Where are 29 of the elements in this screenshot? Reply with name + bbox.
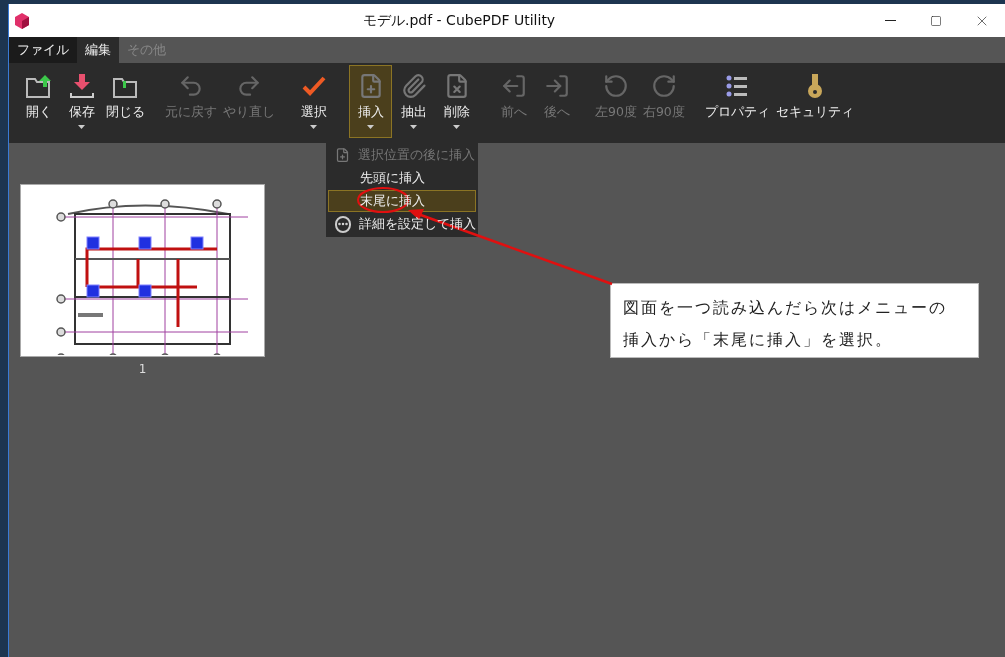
toolbar-button[interactable]: 挿入 (349, 65, 392, 138)
toolbar-button[interactable]: 保存 (60, 65, 103, 138)
toolbar-button[interactable]: プロパティ (701, 65, 773, 138)
toolbar-button[interactable]: 選択 (292, 65, 335, 138)
download-icon (68, 73, 95, 99)
menu-item[interactable]: 先頭に挿入 (328, 167, 476, 189)
toolbar-button[interactable]: 削除 (435, 65, 478, 138)
redo-icon (236, 73, 262, 99)
check-icon (301, 75, 326, 97)
undo-icon (178, 73, 204, 99)
toolbar-button[interactable]: 閉じる (103, 65, 148, 138)
toolbar-button[interactable]: 開く (17, 65, 60, 138)
rotate-right-icon (650, 73, 677, 99)
minimize-icon (884, 20, 896, 21)
menu-tab[interactable]: 編集 (77, 37, 119, 63)
annotation-text: 図面を一つ読み込んだら次はメニューの挿入から「末尾に挿入」を選択。 (623, 297, 948, 351)
toolbar-button[interactable]: セキュリティ (772, 65, 857, 138)
folder-up-icon (24, 73, 53, 99)
page-number: 1 (138, 361, 147, 378)
window-title: モデル.pdf - CubePDF Utility (363, 11, 556, 30)
toolbar-button[interactable]: 抽出 (392, 65, 435, 138)
list-icon (725, 74, 750, 98)
maximize-icon (930, 14, 942, 27)
menu-tab[interactable]: ファイル (9, 37, 77, 63)
rotate-left-icon (602, 73, 629, 99)
file-plus-icon (335, 147, 350, 163)
more-icon (335, 215, 351, 233)
paperclip-icon (400, 73, 427, 99)
cube-logo-icon (15, 12, 29, 29)
